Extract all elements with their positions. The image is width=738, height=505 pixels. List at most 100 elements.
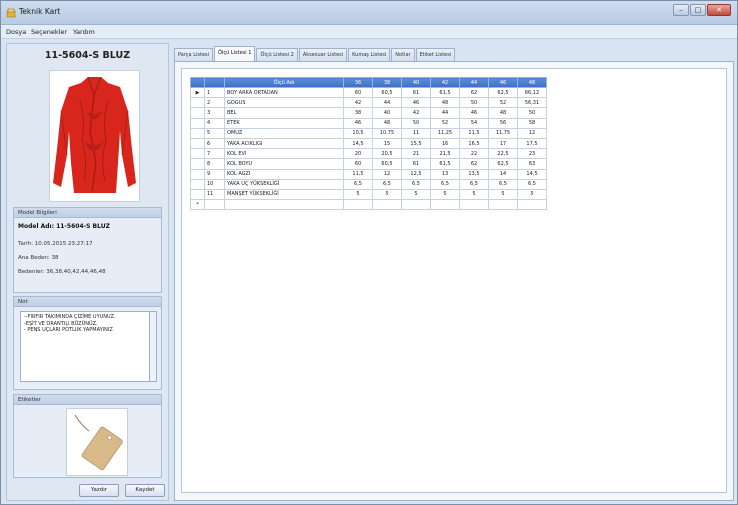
measure-value-cell[interactable]: 11,5	[343, 168, 373, 180]
measure-name-cell[interactable]: YAKA ACIKLIGI	[224, 137, 344, 150]
measure-name-cell[interactable]: OMUZ	[224, 127, 344, 139]
measure-value-cell[interactable]: 54	[459, 117, 489, 129]
measure-value-cell[interactable]: 44	[430, 107, 460, 119]
table-row[interactable]: 5 OMUZ 10,5 10,75 11 11,25 11,5 11,75 12	[190, 127, 547, 139]
empty-cell[interactable]	[343, 199, 373, 211]
column-header-size[interactable]: 44	[459, 77, 489, 88]
new-row-marker[interactable]: *	[190, 199, 205, 211]
measure-value-cell[interactable]: 61	[401, 158, 431, 170]
measure-value-cell[interactable]: 50	[459, 97, 489, 109]
column-header-size[interactable]: 36	[343, 77, 373, 88]
measure-name-cell[interactable]: KOL EVI	[224, 148, 344, 160]
measure-value-cell[interactable]: 22	[459, 148, 489, 160]
measure-value-cell[interactable]: 48	[372, 117, 402, 129]
measure-value-cell[interactable]: 11	[401, 127, 431, 139]
table-row[interactable]: 3 BEL 38 40 42 44 46 48 50	[190, 107, 547, 119]
measure-value-cell[interactable]: 62,5	[488, 158, 518, 170]
empty-cell[interactable]	[430, 199, 460, 211]
measure-name-cell[interactable]: ETEK	[224, 117, 344, 129]
measure-value-cell[interactable]: 6,5	[401, 178, 431, 190]
tab-olcu-listesi-2[interactable]: Ölçü Listesi 2	[256, 48, 298, 61]
table-row[interactable]: ▶ 1 BOY ARKA ORTADAN 60 60,5 61 61,5 62 62,5 66,1…	[190, 86, 547, 99]
measure-value-cell[interactable]: 5	[343, 188, 373, 201]
measure-value-cell[interactable]: 11,25	[430, 127, 460, 139]
measurement-grid[interactable]: Ölçü Adı 36 38 40 42 44 46 48 ▶ 1 BOY ARKA…	[190, 77, 547, 211]
measure-value-cell[interactable]: 13	[430, 168, 460, 180]
measure-value-cell[interactable]: 15	[372, 137, 402, 150]
empty-cell[interactable]	[488, 199, 518, 211]
measure-value-cell[interactable]: 6,5	[343, 178, 373, 190]
row-selector[interactable]	[190, 127, 205, 139]
measure-value-cell[interactable]: 38	[343, 107, 373, 119]
measure-value-cell[interactable]: 61,5	[430, 86, 460, 99]
column-header-measure-name[interactable]: Ölçü Adı	[224, 77, 344, 88]
measure-value-cell[interactable]: 62	[459, 86, 489, 99]
measure-value-cell[interactable]: 5	[430, 188, 460, 201]
measure-name-cell[interactable]: KOL AGZI	[224, 168, 344, 180]
measure-value-cell[interactable]: 40	[372, 107, 402, 119]
measure-value-cell[interactable]: 6,5	[517, 178, 547, 190]
table-row[interactable]: 7 KOL EVI 20 20,5 21 21,5 22 22,5 23	[190, 148, 547, 160]
measure-value-cell[interactable]: 66,12	[517, 86, 547, 99]
measure-value-cell[interactable]: 12	[517, 127, 547, 139]
tab-kumas-listesi[interactable]: Kumaş Listesi	[348, 48, 391, 61]
measure-value-cell[interactable]: 5	[401, 188, 431, 201]
row-selector[interactable]	[190, 117, 205, 129]
measure-value-cell[interactable]: 21	[401, 148, 431, 160]
close-button[interactable]: ✕	[707, 4, 731, 16]
measure-value-cell[interactable]: 46	[459, 107, 489, 119]
measure-value-cell[interactable]: 6,5	[488, 178, 518, 190]
empty-cell[interactable]	[224, 199, 344, 211]
measure-value-cell[interactable]: 56,31	[517, 97, 547, 109]
measure-value-cell[interactable]: 20,5	[372, 148, 402, 160]
new-row[interactable]: *	[190, 199, 547, 211]
menu-secenekler[interactable]: Seçenekler	[31, 28, 67, 36]
table-row[interactable]: 6 YAKA ACIKLIGI 14,5 15 15,5 16 16,5 17 17,5	[190, 137, 547, 150]
measure-value-cell[interactable]: 23	[517, 148, 547, 160]
tab-aksesuar-listesi[interactable]: Aksesuar Listesi	[298, 48, 348, 61]
measure-value-cell[interactable]: 5	[372, 188, 402, 201]
measure-value-cell[interactable]: 48	[488, 107, 518, 119]
empty-cell[interactable]	[401, 199, 431, 211]
measure-value-cell[interactable]: 12,5	[401, 168, 431, 180]
measure-value-cell[interactable]: 14,5	[343, 137, 373, 150]
measure-value-cell[interactable]: 5	[459, 188, 489, 201]
empty-cell[interactable]	[372, 199, 402, 211]
empty-cell[interactable]	[517, 199, 547, 211]
row-selector[interactable]	[190, 178, 205, 190]
tab-etiket-listesi[interactable]: Etiket Listesi	[415, 48, 456, 61]
notes-textarea[interactable]: --FIRFIR TAKIMINDA ÇİZİME UYUNUZ. -EŞİT …	[20, 311, 150, 382]
measure-value-cell[interactable]: 20	[343, 148, 373, 160]
row-selector[interactable]	[190, 158, 205, 170]
table-row[interactable]: 2 GOGUS 42 44 46 48 50 52 56,31	[190, 97, 547, 109]
menu-yardim[interactable]: Yardım	[73, 28, 95, 36]
measure-value-cell[interactable]: 46	[343, 117, 373, 129]
measure-value-cell[interactable]: 58	[517, 117, 547, 129]
measure-value-cell[interactable]: 6,5	[372, 178, 402, 190]
tab-notlar[interactable]: Notlar	[391, 48, 415, 61]
maximize-button[interactable]: □	[690, 4, 706, 16]
measure-value-cell[interactable]: 15,5	[401, 137, 431, 150]
column-header-size[interactable]: 38	[372, 77, 402, 88]
column-header-size[interactable]: 40	[401, 77, 431, 88]
measure-value-cell[interactable]: 62,5	[488, 86, 518, 99]
column-header-size[interactable]: 48	[517, 77, 547, 88]
measure-value-cell[interactable]: 16,5	[459, 137, 489, 150]
empty-cell[interactable]	[459, 199, 489, 211]
measure-value-cell[interactable]: 60,5	[372, 86, 402, 99]
measure-value-cell[interactable]: 5	[488, 188, 518, 201]
table-row[interactable]: 9 KOL AGZI 11,5 12 12,5 13 13,5 14 14,5	[190, 168, 547, 180]
notes-scrollbar[interactable]	[149, 311, 157, 382]
measure-value-cell[interactable]: 11,75	[488, 127, 518, 139]
column-header-size[interactable]: 42	[430, 77, 460, 88]
measure-value-cell[interactable]: 62	[459, 158, 489, 170]
measure-value-cell[interactable]: 14	[488, 168, 518, 180]
measure-value-cell[interactable]: 61,5	[430, 158, 460, 170]
measure-value-cell[interactable]: 42	[343, 97, 373, 109]
measure-value-cell[interactable]: 6,5	[459, 178, 489, 190]
row-selector[interactable]	[190, 97, 205, 109]
measure-value-cell[interactable]: 44	[372, 97, 402, 109]
row-selector[interactable]: ▶	[190, 86, 205, 99]
measure-value-cell[interactable]: 22,5	[488, 148, 518, 160]
measure-value-cell[interactable]: 48	[430, 97, 460, 109]
